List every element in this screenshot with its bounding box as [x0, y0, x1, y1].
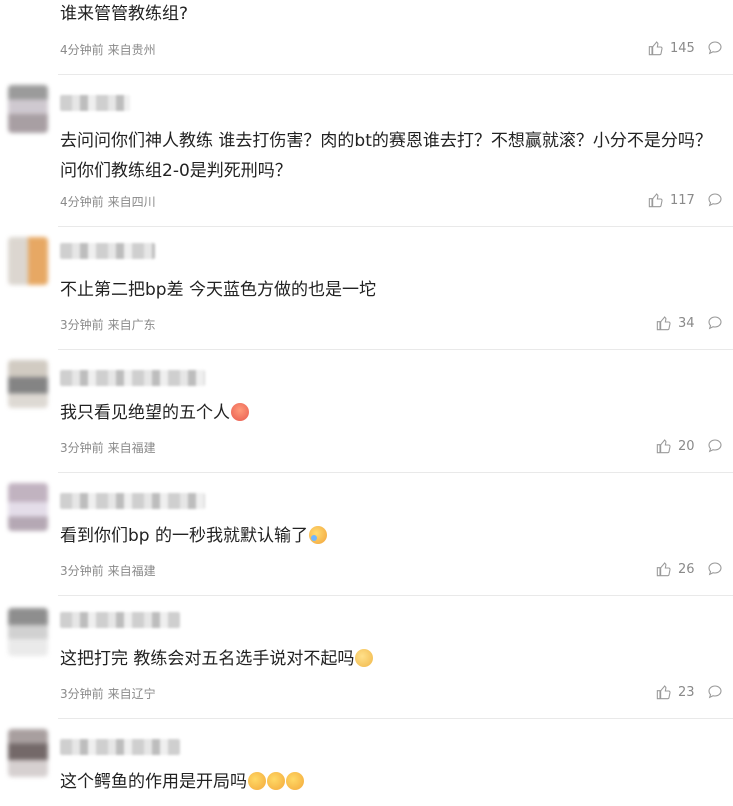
puke-emoji-icon: [231, 403, 249, 421]
comment-text: 不止第二把bp差 今天蓝色方做的也是一坨: [60, 280, 376, 300]
comment-bubble-icon[interactable]: [707, 315, 723, 331]
comment-region: 来自福建: [107, 564, 156, 578]
comment-region: 来自福建: [107, 441, 156, 455]
like-count: 117: [670, 192, 695, 208]
comment-meta: 3分钟前 来自福建: [60, 439, 156, 456]
like-button[interactable]: 20: [656, 438, 695, 454]
divider: [58, 74, 733, 75]
comment-meta: 3分钟前 来自广东: [60, 316, 156, 333]
like-button[interactable]: 23: [656, 684, 695, 700]
thumbs-up-icon: [656, 439, 671, 454]
like-count: 20: [678, 438, 695, 454]
comment-text-content: 这把打完 教练会对五名选手说对不起吗: [60, 649, 355, 669]
avatar[interactable]: [8, 608, 48, 656]
sweat-emoji-icon: [286, 772, 304, 790]
divider: [58, 472, 733, 473]
avatar[interactable]: [8, 360, 48, 408]
thumbs-up-icon: [656, 316, 671, 331]
username-blurred[interactable]: [60, 739, 180, 755]
like-button[interactable]: 117: [648, 192, 695, 208]
like-button[interactable]: 34: [656, 315, 695, 331]
comment-region: 来自广东: [107, 318, 156, 332]
comment-meta: 4分钟前 来自贵州: [60, 41, 156, 58]
username-blurred[interactable]: [60, 243, 155, 259]
comment-text: 这个鳄鱼的作用是开局吗: [60, 767, 720, 797]
comment-time: 3分钟前: [60, 564, 104, 578]
comment-time: 4分钟前: [60, 43, 104, 57]
comment-bubble-icon[interactable]: [707, 684, 723, 700]
username-blurred[interactable]: [60, 612, 180, 628]
like-count: 145: [670, 40, 695, 56]
avatar[interactable]: [8, 729, 48, 777]
thinking-emoji-icon: [355, 649, 374, 667]
like-button[interactable]: 145: [648, 40, 695, 56]
comment-text: 我只看见绝望的五个人: [60, 398, 720, 428]
username-blurred[interactable]: [60, 493, 205, 509]
comment-bubble-icon[interactable]: [707, 192, 723, 208]
comment-text: 这把打完 教练会对五名选手说对不起吗: [60, 644, 720, 674]
comment-bubble-icon[interactable]: [707, 561, 723, 577]
comment-bubble-icon[interactable]: [707, 40, 723, 56]
sweat-emoji-icon: [248, 772, 266, 790]
sweat-emoji-icon: [267, 772, 285, 790]
thumbs-up-icon: [656, 685, 671, 700]
comment-meta: 3分钟前 来自福建: [60, 562, 156, 579]
comment-region: 来自四川: [107, 195, 156, 209]
comment-meta: 4分钟前 来自四川: [60, 193, 156, 210]
comment-text: 看到你们bp 的一秒我就默认输了: [60, 521, 720, 551]
username-blurred[interactable]: [60, 95, 130, 111]
divider: [58, 595, 733, 596]
comment-text-content: 这个鳄鱼的作用是开局吗: [60, 772, 247, 792]
divider: [58, 226, 733, 227]
comment-time: 3分钟前: [60, 687, 104, 701]
crying-emoji-icon: [309, 526, 327, 544]
avatar[interactable]: [8, 483, 48, 531]
comment-meta: 3分钟前 来自辽宁: [60, 685, 156, 702]
like-count: 23: [678, 684, 695, 700]
comment-region: 来自辽宁: [107, 687, 156, 701]
comment-text-content: 我只看见绝望的五个人: [60, 403, 230, 423]
avatar[interactable]: [8, 237, 48, 285]
comment-time: 3分钟前: [60, 441, 104, 455]
comment-text: 谁来管管教练组?: [60, 4, 189, 24]
username-blurred[interactable]: [60, 370, 205, 386]
comment-time: 4分钟前: [60, 195, 104, 209]
comment-bubble-icon[interactable]: [707, 438, 723, 454]
divider: [58, 349, 733, 350]
comment-text-content: 看到你们bp 的一秒我就默认输了: [60, 526, 308, 546]
avatar[interactable]: [8, 85, 48, 133]
thumbs-up-icon: [648, 41, 663, 56]
comment-region: 来自贵州: [107, 43, 156, 57]
thumbs-up-icon: [656, 562, 671, 577]
comment-text: 去问问你们神人教练 谁去打伤害？肉的bt的赛恩谁去打？不想赢就滚？小分不是分吗？…: [60, 131, 712, 181]
like-count: 26: [678, 561, 695, 577]
thumbs-up-icon: [648, 193, 663, 208]
like-button[interactable]: 26: [656, 561, 695, 577]
comment-time: 3分钟前: [60, 318, 104, 332]
divider: [58, 718, 733, 719]
comment-feed: 谁来管管教练组? 4分钟前 来自贵州 145 去问问你们神人教练 谁去打伤害？肉的…: [0, 0, 733, 806]
like-count: 34: [678, 315, 695, 331]
